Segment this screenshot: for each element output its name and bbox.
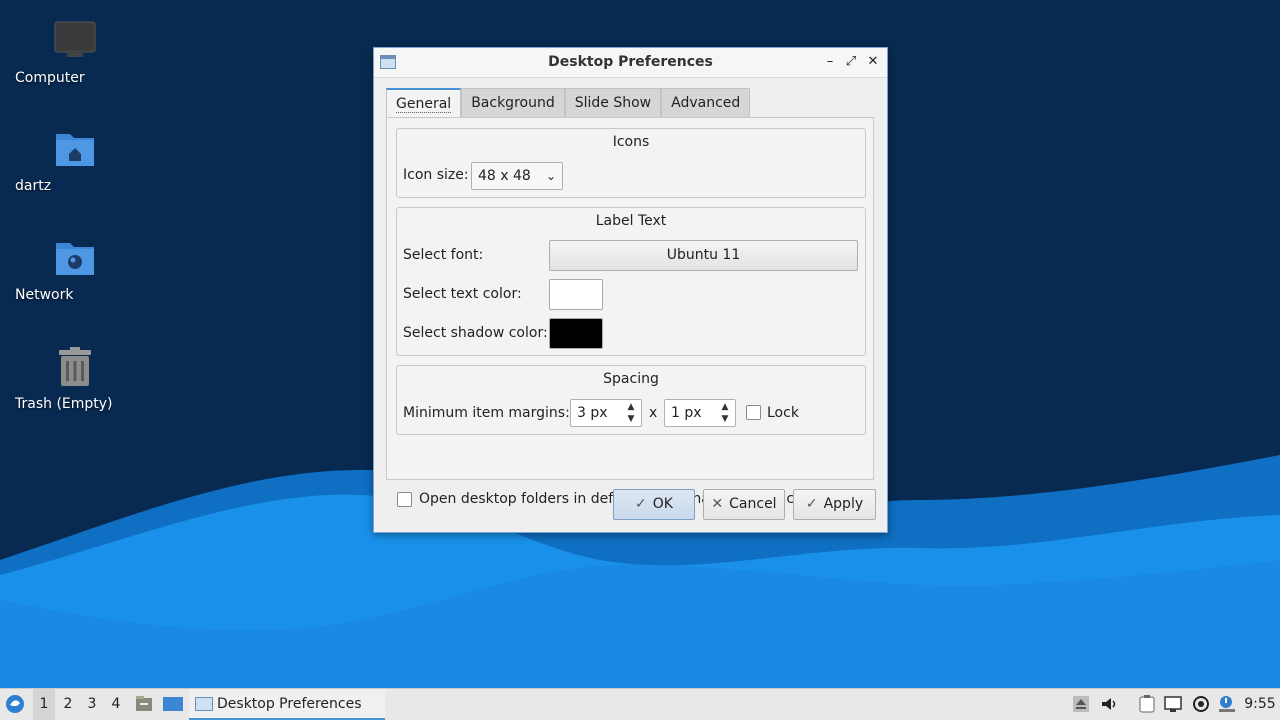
margin-y-value: 1 px — [671, 405, 702, 421]
taskbar: 1 2 3 4 Desktop Preferences 9:55 — [0, 688, 1280, 720]
tab-slide-show[interactable]: Slide Show — [564, 88, 662, 117]
spacing-group: Spacing Minimum item margins: 3 px ▲ ▼ x … — [396, 365, 866, 435]
desktop-preferences-window: Desktop Preferences – ⤢ ✕ General Backgr… — [373, 47, 888, 533]
cancel-button[interactable]: ✕ Cancel — [703, 489, 785, 520]
workspace-4[interactable]: 4 — [105, 689, 127, 720]
select-shadow-color-label: Select shadow color: — [403, 325, 548, 341]
window-title: Desktop Preferences — [548, 54, 713, 70]
select-font-label: Select font: — [403, 247, 484, 263]
label-text-group: Label Text Select font: Ubuntu 11 Select… — [396, 207, 866, 356]
cross-icon: ✕ — [711, 496, 724, 512]
cancel-label: Cancel — [729, 496, 777, 512]
network-folder-icon — [53, 237, 97, 281]
icons-group-title: Icons — [612, 134, 650, 150]
chevron-down-icon: ⌄ — [545, 169, 556, 183]
window-titlebar[interactable]: Desktop Preferences – ⤢ ✕ — [374, 48, 887, 78]
tab-advanced[interactable]: Advanced — [661, 88, 751, 117]
open-folders-checkbox[interactable] — [397, 492, 412, 507]
desktop-icon-label: Network — [15, 287, 74, 303]
notification-info-icon[interactable] — [1218, 695, 1236, 713]
icon-size-value: 48 x 48 — [478, 168, 531, 184]
workspace-3[interactable]: 3 — [81, 689, 103, 720]
clipboard-icon[interactable] — [1138, 695, 1156, 713]
tab-background[interactable]: Background — [461, 88, 565, 117]
lock-checkbox[interactable] — [746, 405, 761, 420]
tab-bar: General Background Slide Show Advanced — [386, 88, 751, 119]
icons-group: Icons Icon size: 48 x 48 ⌄ — [396, 128, 866, 198]
minimize-button[interactable]: – — [821, 53, 839, 71]
margin-y-spinbox[interactable]: 1 px ▲ ▼ — [664, 399, 736, 427]
desktop-icon-network[interactable]: Network — [15, 237, 135, 303]
desktop-icon-label: Computer — [15, 70, 85, 86]
clock[interactable]: 9:55 — [1240, 689, 1280, 720]
taskbar-window-button[interactable]: Desktop Preferences — [189, 689, 385, 720]
lubuntu-logo-icon — [6, 695, 24, 713]
select-text-color-label: Select text color: — [403, 286, 522, 302]
show-desktop-icon[interactable] — [163, 695, 183, 713]
font-select-button[interactable]: Ubuntu 11 — [549, 240, 858, 271]
trash-icon — [53, 346, 97, 390]
apply-button[interactable]: ✓ Apply — [793, 489, 876, 520]
volume-icon[interactable] — [1100, 695, 1118, 713]
desktop-icon-label: dartz — [15, 178, 52, 194]
desktop-icon-home-folder[interactable]: dartz — [15, 128, 135, 194]
spin-arrows-icon[interactable]: ▲ ▼ — [625, 401, 637, 425]
taskbar-window-title: Desktop Preferences — [217, 696, 362, 712]
icon-size-label: Icon size: — [403, 167, 469, 183]
tab-label: General — [396, 96, 452, 113]
desktop-icon-trash[interactable]: Trash (Empty) — [15, 346, 135, 412]
spin-arrows-icon[interactable]: ▲ ▼ — [719, 401, 731, 425]
desktop-icon-label: Trash (Empty) — [15, 396, 113, 412]
update-notifier-icon[interactable] — [1192, 695, 1210, 713]
computer-icon — [53, 20, 97, 64]
home-folder-icon — [53, 128, 97, 172]
lock-label: Lock — [767, 405, 799, 421]
label-text-group-title: Label Text — [595, 213, 667, 229]
eject-icon[interactable] — [1072, 695, 1090, 713]
checkmark-icon: ✓ — [805, 496, 818, 512]
close-button[interactable]: ✕ — [864, 53, 882, 71]
spacing-group-title: Spacing — [603, 371, 659, 387]
icon-size-combobox[interactable]: 48 x 48 ⌄ — [471, 162, 563, 190]
margin-separator: x — [649, 405, 658, 421]
file-manager-icon[interactable] — [135, 695, 153, 713]
text-color-button[interactable] — [549, 279, 603, 310]
tab-general[interactable]: General — [386, 88, 462, 119]
minimum-item-margins-label: Minimum item margins: — [403, 405, 570, 421]
checkmark-icon: ✓ — [635, 496, 647, 512]
maximize-button[interactable]: ⤢ — [842, 53, 860, 71]
start-menu-button[interactable] — [4, 689, 26, 720]
ok-button[interactable]: ✓ OK — [613, 489, 695, 520]
workspace-1[interactable]: 1 — [33, 689, 55, 720]
ok-label: OK — [652, 496, 673, 512]
network-connection-icon[interactable] — [1164, 695, 1182, 713]
margin-x-spinbox[interactable]: 3 px ▲ ▼ — [570, 399, 642, 427]
apply-label: Apply — [823, 496, 864, 512]
window-app-icon — [195, 697, 213, 711]
desktop-icon-computer[interactable]: Computer — [15, 20, 135, 86]
general-tab-panel: Icons Icon size: 48 x 48 ⌄ Label Text Se… — [386, 117, 874, 507]
workspace-2[interactable]: 2 — [57, 689, 79, 720]
shadow-color-button[interactable] — [549, 318, 603, 349]
margin-x-value: 3 px — [577, 405, 608, 421]
